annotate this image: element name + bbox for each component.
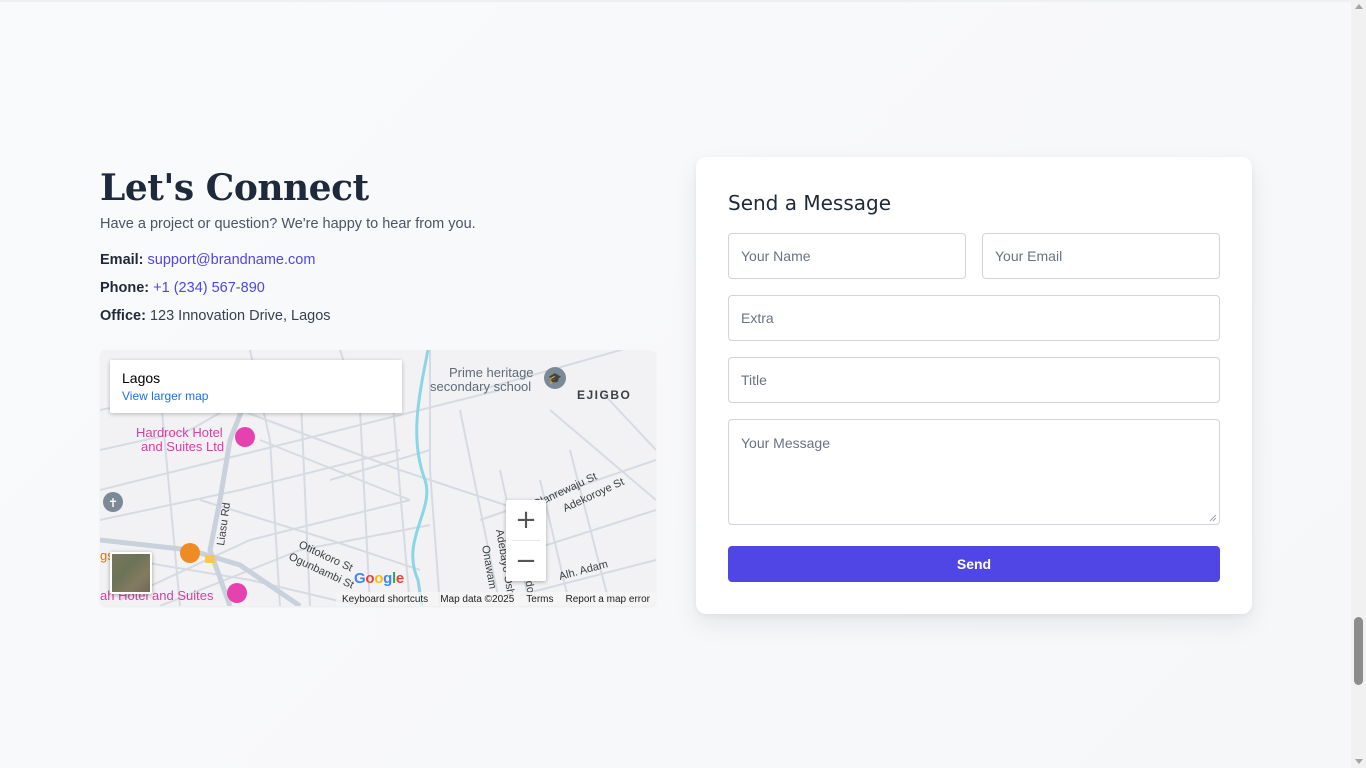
map-zoom-controls: + − [506, 500, 546, 581]
title-placeholder: Title [741, 372, 767, 388]
email-link[interactable]: support@brandname.com [148, 252, 316, 268]
zoom-out-button[interactable]: − [506, 541, 546, 581]
send-button[interactable]: Send [728, 546, 1220, 582]
scroll-up-arrow-icon[interactable] [1355, 4, 1363, 9]
page-title: Let's Connect [100, 167, 369, 209]
phone-label: Phone: [100, 280, 150, 296]
email-label: Email: [100, 252, 144, 268]
map-data-text: Map data ©2025 [440, 593, 515, 605]
scroll-down-arrow-icon[interactable] [1355, 759, 1363, 764]
map-place-card: Lagos View larger map [110, 360, 402, 413]
terms-link[interactable]: Terms [526, 594, 553, 605]
contact-details: Email: support@brandname.com Phone: +1 (… [100, 246, 656, 330]
map-label-hotel-1b: and Suites Ltd [141, 439, 224, 454]
message-textarea[interactable]: Your Message [728, 419, 1220, 525]
keyboard-shortcuts-link[interactable]: Keyboard shortcuts [342, 594, 428, 605]
vertical-scrollbar[interactable] [1351, 0, 1366, 768]
message-form-card: Send a Message Your Name Your Email Extr… [696, 157, 1252, 614]
page-subtitle: Have a project or question? We're happy … [100, 216, 476, 232]
title-input[interactable]: Title [728, 357, 1220, 403]
page: Let's Connect Have a project or question… [0, 0, 1351, 768]
map-label-hotel-1a: Hardrock Hotel [136, 425, 223, 440]
scrollbar-thumb[interactable] [1354, 617, 1363, 685]
embedded-map[interactable]: 🎓 ✝ Prime heritage secondary school EJIG… [100, 350, 656, 606]
message-placeholder: Your Message [741, 435, 830, 451]
view-larger-map-link[interactable]: View larger map [122, 389, 390, 403]
name-input[interactable]: Your Name [728, 233, 966, 279]
office-label: Office: [100, 308, 146, 324]
satellite-toggle-button[interactable] [110, 552, 152, 594]
extra-input[interactable]: Extra [728, 295, 1220, 341]
map-label-school-2: secondary school [430, 379, 531, 394]
email-row: Email: support@brandname.com [100, 246, 656, 274]
map-label-school: Prime heritage [449, 365, 534, 380]
map-footer: Keyboard shortcuts Map data ©2025 Terms … [336, 592, 656, 606]
zoom-in-button[interactable]: + [506, 500, 546, 540]
extra-placeholder: Extra [741, 310, 774, 326]
report-map-error-link[interactable]: Report a map error [566, 594, 650, 605]
email-placeholder: Your Email [995, 248, 1063, 264]
map-label-district: EJIGBO [577, 388, 631, 402]
email-input[interactable]: Your Email [982, 233, 1220, 279]
phone-row: Phone: +1 (234) 567-890 [100, 274, 656, 302]
top-divider [0, 0, 1351, 2]
svg-text:✝: ✝ [108, 496, 118, 510]
phone-link[interactable]: +1 (234) 567-890 [153, 280, 265, 296]
name-placeholder: Your Name [741, 248, 811, 264]
svg-text:🎓: 🎓 [548, 372, 562, 385]
google-logo: Google [354, 570, 404, 587]
form-title: Send a Message [728, 191, 891, 215]
office-value: 123 Innovation Drive, Lagos [149, 308, 331, 324]
office-row: Office: 123 Innovation Drive, Lagos [100, 302, 656, 330]
contact-info: Let's Connect Have a project or question… [100, 168, 656, 330]
resize-handle-icon[interactable] [1209, 514, 1217, 522]
map-place-name: Lagos [122, 370, 161, 386]
